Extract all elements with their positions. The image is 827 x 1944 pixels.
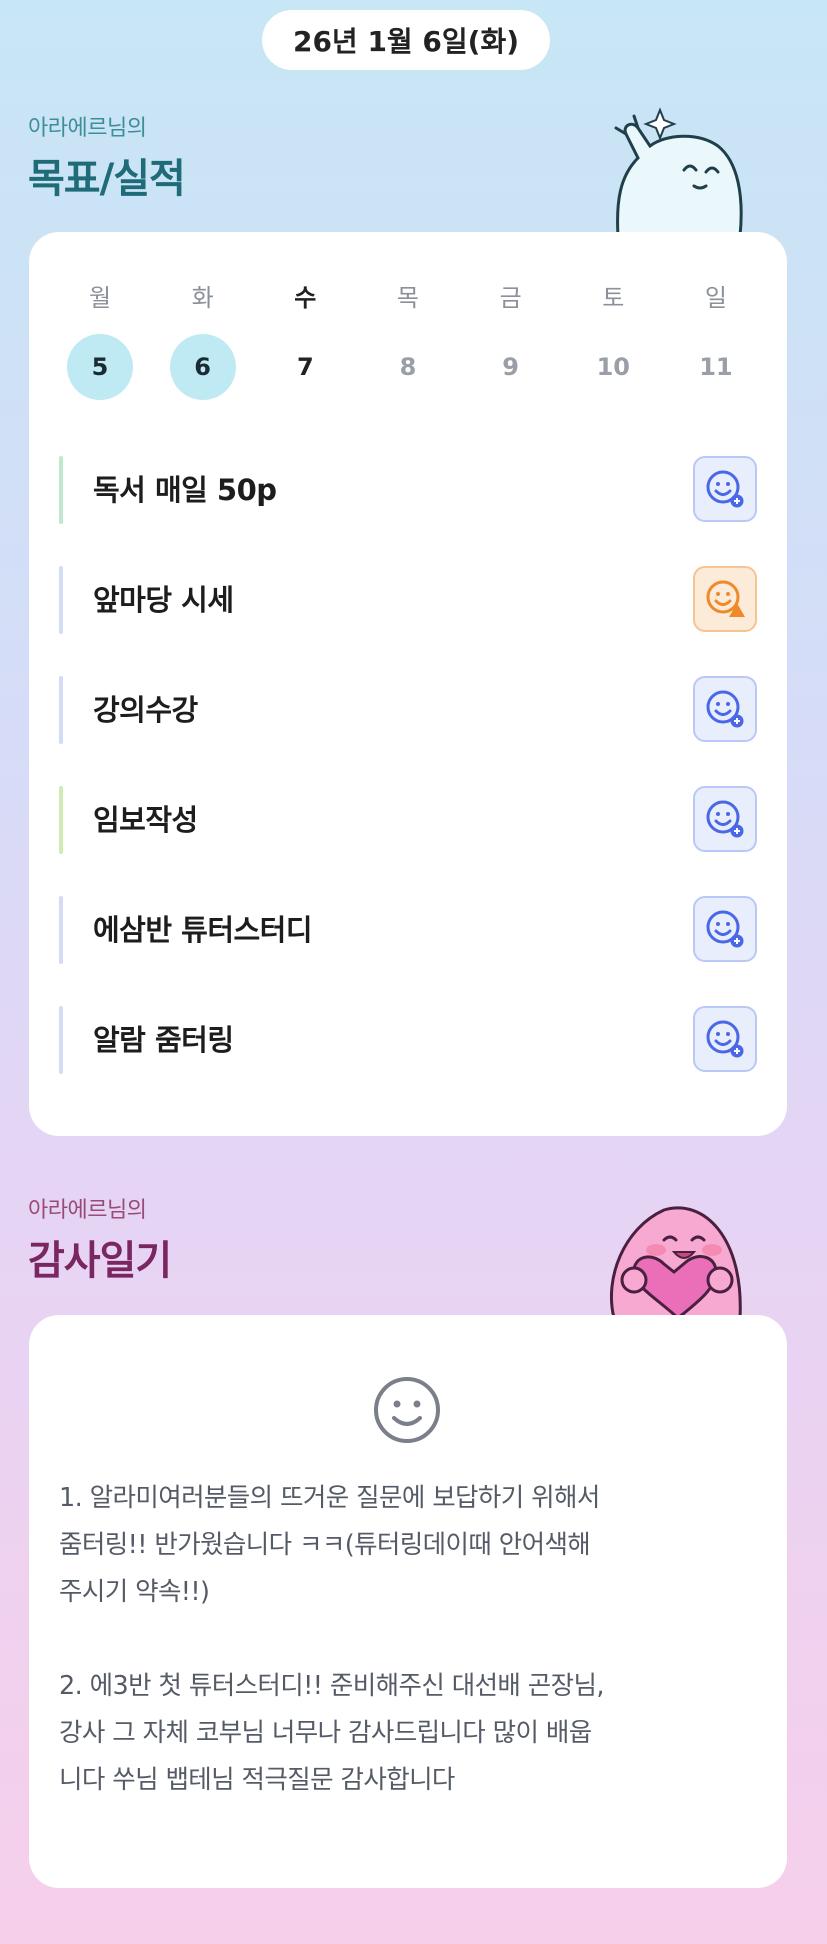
goal-label: 알람 줌터링 <box>93 1023 234 1057</box>
weekday-label: 화 <box>191 284 214 312</box>
day-6[interactable]: 일 11 <box>665 280 767 400</box>
week-calendar: 월 5 화 6 수 7 목 8 금 9 토 10 일 11 <box>49 280 767 400</box>
smile-plus-icon <box>706 470 744 508</box>
gratitude-header: 아라에르님의 감사일기 <box>28 1192 172 1286</box>
smile-plus-icon <box>706 1020 744 1058</box>
waving-character-icon <box>614 107 743 236</box>
gratitude-card: 1. 알라미여러분들의 뜨거운 질문에 보답하기 위해서 줌터링!! 반가웠습니… <box>29 1315 787 1888</box>
smile-plus-icon <box>706 800 744 838</box>
goals-header: 아라에르님의 목표/실적 <box>28 110 186 204</box>
date-label: 26년 1월 6일(화) <box>292 25 520 58</box>
goal-color-bar <box>59 676 63 744</box>
goal-status-button[interactable] <box>693 896 757 962</box>
weekday-label: 수 <box>294 284 317 312</box>
day-number[interactable]: 6 <box>169 334 236 400</box>
day-4[interactable]: 금9 <box>460 280 562 400</box>
smile-plus-icon <box>706 690 744 728</box>
weekday-label: 목 <box>396 284 420 312</box>
day-number[interactable]: 7 <box>272 334 338 400</box>
goal-status-button[interactable] <box>693 676 757 742</box>
day-2[interactable]: 수7 <box>254 280 356 400</box>
smile-face-icon <box>374 1377 440 1443</box>
smile-plus-icon <box>706 910 744 948</box>
day-number[interactable]: 11 <box>683 334 749 400</box>
weekday-label: 월 <box>88 284 112 312</box>
goal-color-bar <box>59 786 63 854</box>
goal-label: 앞마당 시세 <box>93 583 234 617</box>
day-number[interactable]: 10 <box>580 334 646 400</box>
goal-row[interactable]: 앞마당 시세 <box>59 564 757 636</box>
gratitude-entry: 1. 알라미여러분들의 뜨거운 질문에 보답하기 위해서 줌터링!! 반가웠습니… <box>59 1483 604 1795</box>
date-selector[interactable]: 26년 1월 6일(화) <box>262 10 550 70</box>
weekday-label: 일 <box>704 284 727 312</box>
weekday-label: 토 <box>602 284 625 312</box>
gratitude-subtitle: 아라에르님의 <box>28 1198 147 1223</box>
goal-label: 독서 매일 50p <box>93 473 277 507</box>
day-number[interactable]: 8 <box>375 334 441 400</box>
day-0[interactable]: 월5 <box>49 280 151 400</box>
goal-status-button[interactable] <box>693 566 757 632</box>
goals-card: 월 5 화 6 수 7 목 8 금 9 토 10 일 11 독서 매일 50p 앞마당 시세 강의수강 임보작성… <box>29 232 787 1136</box>
weekday-label: 금 <box>499 284 522 312</box>
goal-row[interactable]: 독서 매일 50p <box>59 454 757 526</box>
goal-row[interactable]: 에삼반 튜터스터디 <box>59 894 757 966</box>
goal-label: 강의수강 <box>93 693 198 727</box>
day-number[interactable]: 5 <box>67 334 133 400</box>
goal-row[interactable]: 알람 줌터링 <box>59 1004 757 1076</box>
goal-color-bar <box>59 566 63 634</box>
goal-row[interactable]: 강의수강 <box>59 674 757 746</box>
gratitude-title: 감사일기 <box>28 1238 172 1284</box>
day-1[interactable]: 화6 <box>152 280 254 400</box>
goal-status-button[interactable] <box>693 456 757 522</box>
goal-color-bar <box>59 456 63 524</box>
goal-label: 임보작성 <box>93 803 198 837</box>
heart-character-icon <box>609 1206 742 1318</box>
goal-status-button[interactable] <box>693 786 757 852</box>
goal-label: 에삼반 튜터스터디 <box>93 913 313 947</box>
goals-title: 목표/실적 <box>28 156 186 202</box>
goals-subtitle: 아라에르님의 <box>28 116 147 141</box>
goal-color-bar <box>59 1006 63 1074</box>
goal-status-button[interactable] <box>693 1006 757 1072</box>
goal-color-bar <box>59 896 63 964</box>
smile-warning-icon <box>706 580 745 617</box>
day-3[interactable]: 목8 <box>357 280 459 400</box>
goal-row[interactable]: 임보작성 <box>59 784 757 856</box>
day-number[interactable]: 9 <box>478 334 544 400</box>
day-5[interactable]: 토 10 <box>562 280 664 400</box>
